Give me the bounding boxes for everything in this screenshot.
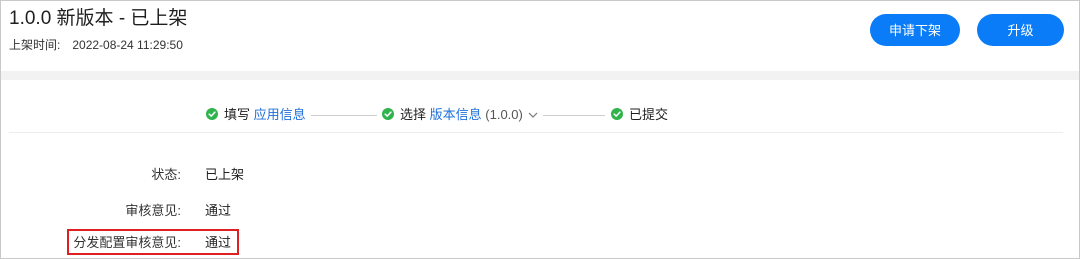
listed-time: 上架时间: 2022-08-24 11:29:50 xyxy=(9,37,183,53)
highlight-annotation xyxy=(67,229,239,255)
progress-steps: 填写 应用信息 选择 版本信息 (1.0.0) 已提交 xyxy=(1,101,1079,131)
page-title: 1.0.0 新版本 - 已上架 xyxy=(9,8,188,29)
status-value: 已上架 xyxy=(205,167,245,182)
check-circle-icon xyxy=(382,108,394,120)
chevron-down-icon[interactable] xyxy=(528,111,538,119)
app-info-link[interactable]: 应用信息 xyxy=(254,107,306,122)
page-header: 1.0.0 新版本 - 已上架 上架时间: 2022-08-24 11:29:50… xyxy=(1,1,1079,71)
step-select-version: 选择 版本信息 (1.0.0) xyxy=(382,107,538,123)
step-fill-app-info: 填写 应用信息 xyxy=(206,107,306,123)
step-prefix: 填写 xyxy=(224,107,251,122)
app-window: 1.0.0 新版本 - 已上架 上架时间: 2022-08-24 11:29:50… xyxy=(0,0,1080,259)
review-label: 审核意见: xyxy=(125,203,181,218)
detail-row-review: 审核意见: 通过 xyxy=(1,200,1079,222)
review-value: 通过 xyxy=(205,203,232,218)
listed-time-label: 上架时间: xyxy=(9,38,61,52)
step-submitted: 已提交 xyxy=(611,107,668,123)
version-number: (1.0.0) xyxy=(485,107,523,122)
step-prefix: 选择 xyxy=(400,107,427,122)
section-divider xyxy=(1,71,1079,80)
status-label: 状态: xyxy=(151,167,181,182)
detail-row-status: 状态: 已上架 xyxy=(1,164,1079,186)
step-connector xyxy=(311,115,377,116)
check-circle-icon xyxy=(611,108,623,120)
steps-divider xyxy=(9,132,1063,133)
listed-time-value: 2022-08-24 11:29:50 xyxy=(72,38,183,52)
check-circle-icon xyxy=(206,108,218,120)
step-connector xyxy=(543,115,605,116)
version-info-link[interactable]: 版本信息 xyxy=(430,107,482,122)
request-unlist-button[interactable]: 申请下架 xyxy=(870,14,960,46)
upgrade-button[interactable]: 升级 xyxy=(977,14,1064,46)
step-label: 已提交 xyxy=(629,107,669,122)
